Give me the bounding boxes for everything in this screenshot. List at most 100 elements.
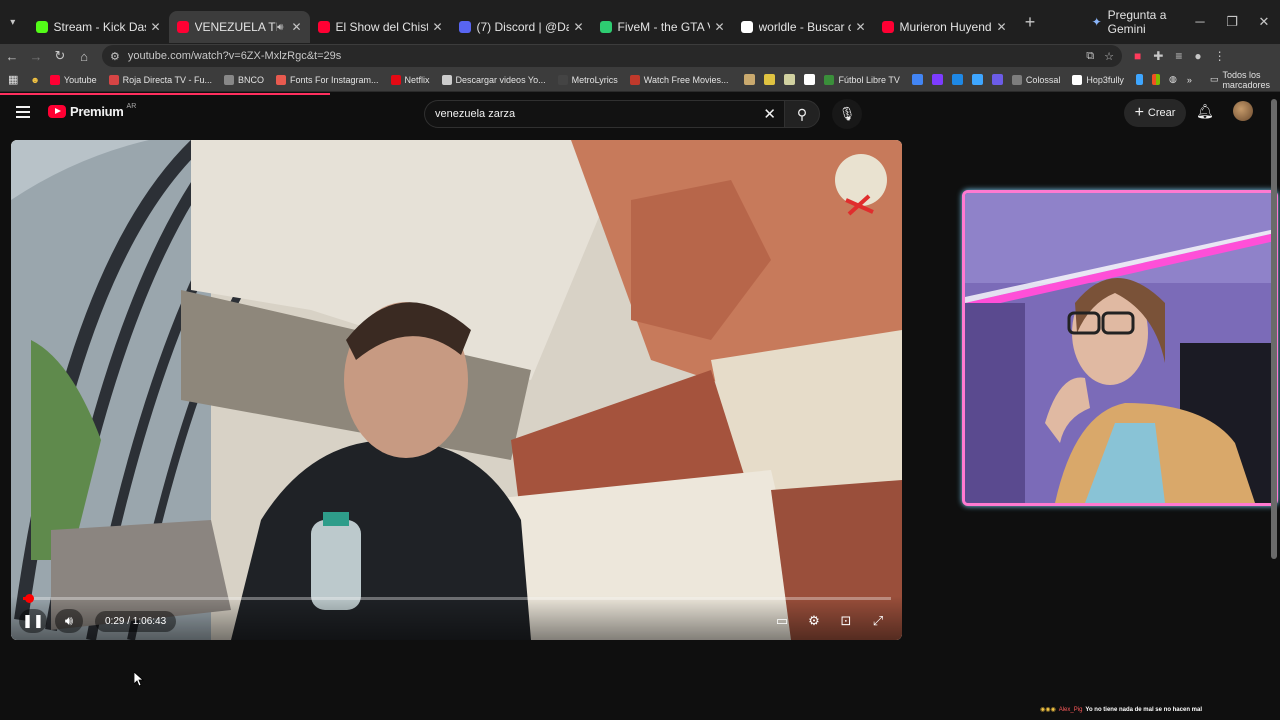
bookmark-item[interactable]: Roja Directa TV - Fu... <box>108 74 212 85</box>
bookmark-hop[interactable]: Hop3fully <box>1072 74 1124 85</box>
video-player[interactable]: ❚❚ 🔊︎ 0:29 / 1:06:43 ▭ ⚙ ⊡ ⤢ <box>11 140 902 640</box>
microphone-icon: 🎙︎ <box>838 106 856 121</box>
tab-close-icon[interactable]: ✕ <box>714 20 724 34</box>
bookmark-favicon-icon <box>441 74 452 85</box>
bookmark-label: BNCO <box>237 74 264 85</box>
browser-tab[interactable]: worldle - Buscar con Goog✕ <box>733 11 874 43</box>
profile-icon[interactable]: ● <box>1194 49 1201 63</box>
bookmark-shortcut-icon[interactable] <box>931 74 943 85</box>
bookmark-star-icon[interactable]: ☆ <box>1104 50 1114 63</box>
scrollbar-thumb[interactable] <box>1271 99 1277 559</box>
browser-tab[interactable]: FiveM - the GTA V multipl✕ <box>592 11 733 43</box>
browser-menu-icon[interactable]: ⋮ <box>1214 49 1226 63</box>
bookmark-shortcut-icon[interactable] <box>911 74 923 85</box>
browser-tab[interactable]: Murieron Huyendo de Alg✕ <box>874 11 1015 43</box>
bookmark-item[interactable]: Youtube <box>49 74 97 85</box>
subtitles-button[interactable]: ▭ <box>768 609 796 633</box>
tab-close-icon[interactable]: ✕ <box>150 20 160 34</box>
bookmark-shortcut-icon[interactable] <box>784 74 796 85</box>
bookmark-futbol[interactable]: Fútbol Libre TV <box>824 74 900 85</box>
tab-title: worldle - Buscar con Goog <box>758 20 852 34</box>
tab-close-icon[interactable]: ✕ <box>855 20 865 34</box>
browser-tab[interactable]: Stream - Kick Dashboard✕ <box>28 11 169 43</box>
gear-icon: ⚙ <box>808 613 820 628</box>
mouse-cursor-icon <box>134 672 144 686</box>
more-bookmarks-icon[interactable]: » <box>1187 75 1192 85</box>
omnibox[interactable]: ⚙ youtube.com/watch?v=6ZX-MxlzRgc&t=29s … <box>102 45 1122 67</box>
tab-close-icon[interactable]: ✕ <box>996 20 1006 34</box>
player-right-controls: ▭ ⚙ ⊡ ⤢ <box>768 609 892 633</box>
theater-mode-button[interactable]: ⊡ <box>832 609 860 633</box>
search-button[interactable]: ⚲ <box>784 100 820 128</box>
youtube-logo[interactable]: Premium AR <box>48 103 136 119</box>
player-control-row: ❚❚ 🔊︎ 0:29 / 1:06:43 ▭ ⚙ ⊡ ⤢ <box>11 608 902 634</box>
restore-icon[interactable]: ❐ <box>1216 14 1248 30</box>
bookmark-item[interactable]: Fonts For Instagram... <box>275 74 379 85</box>
bookmark-blue-icon[interactable] <box>1135 74 1144 85</box>
new-tab-button[interactable]: + <box>1021 10 1040 34</box>
close-window-icon[interactable]: ✕ <box>1248 14 1280 30</box>
progress-bar[interactable] <box>23 594 891 603</box>
subtitles-icon: ▭ <box>775 613 789 628</box>
tab-close-icon[interactable]: ✕ <box>291 20 301 34</box>
browser-tab[interactable]: (7) Discord | @Daiii✕ <box>451 11 592 43</box>
menu-icon[interactable] <box>16 106 30 118</box>
reload-icon[interactable]: ↻ <box>48 48 72 64</box>
voice-search-button[interactable]: 🎙︎ <box>832 99 862 129</box>
tab-close-icon[interactable]: ✕ <box>432 20 442 34</box>
tab-title: VENEZUELA TIEMBLA <box>194 20 278 34</box>
bookmark-item[interactable]: MetroLyrics <box>557 74 618 85</box>
bookmark-shortcut-icon[interactable] <box>991 74 1003 85</box>
bookmark-item[interactable]: Netflix <box>390 74 430 85</box>
bookmark-shortcut-icon[interactable] <box>971 74 983 85</box>
gemini-button[interactable]: ✦ Pregunta a Gemini <box>1092 8 1184 36</box>
bookmark-futbol-label: Fútbol Libre TV <box>838 74 900 85</box>
bookmark-label: Youtube <box>63 74 97 85</box>
browser-tab[interactable]: VENEZUELA TIEMBLA🔊︎ ✕ <box>168 11 310 43</box>
extensions-puzzle-icon[interactable]: ✚ <box>1153 49 1163 63</box>
bookmark-label: MetroLyrics <box>571 74 618 85</box>
microsoft-icon[interactable] <box>1152 74 1161 85</box>
forward-icon[interactable]: → <box>24 49 48 64</box>
bookmark-shortcut-icon[interactable] <box>764 74 776 85</box>
globe-icon[interactable]: ◍ <box>1169 74 1177 85</box>
bookmark-item[interactable]: BNCO <box>223 74 264 85</box>
fullscreen-button[interactable]: ⤢ <box>864 609 892 633</box>
extension-red-icon[interactable]: ■ <box>1134 49 1141 63</box>
pause-button[interactable]: ❚❚ <box>19 609 47 633</box>
bookmark-colossal-label: Colossal <box>1025 74 1061 85</box>
clear-search-icon[interactable]: ✕ <box>763 105 776 123</box>
bookmark-favicon-icon <box>557 74 568 85</box>
mute-button[interactable]: 🔊︎ <box>55 609 83 633</box>
avatar[interactable] <box>1233 101 1253 121</box>
tab-search-icon[interactable]: ▾ <box>4 11 22 33</box>
site-info-icon[interactable]: ⚙ <box>110 50 120 63</box>
notifications-bell-icon[interactable]: 🔔︎ <box>1196 103 1214 120</box>
create-button[interactable]: + Crear <box>1124 99 1186 127</box>
browser-tab[interactable]: El Show del Chiste - VIDEO✕ <box>310 11 451 43</box>
tab-favicon-icon <box>458 21 471 33</box>
bookmark-shortcut-icon[interactable] <box>951 74 963 85</box>
bookmark-label: Roja Directa TV - Fu... <box>122 74 212 85</box>
bookmark-item[interactable]: Descargar videos Yo... <box>441 74 546 85</box>
bookmark-colossal[interactable]: Colossal <box>1011 74 1061 85</box>
tab-favicon-icon <box>35 21 48 33</box>
page-scrollbar[interactable] <box>1270 95 1278 707</box>
tab-audio-icon[interactable]: 🔊︎ <box>277 22 283 33</box>
back-icon[interactable]: ← <box>0 49 24 64</box>
home-icon[interactable]: ⌂ <box>72 49 96 64</box>
minimize-icon[interactable]: ─ <box>1184 14 1216 30</box>
emoji-bookmark-icon[interactable]: ☻ <box>30 75 39 85</box>
settings-button[interactable]: ⚙ <box>800 609 828 633</box>
install-app-icon[interactable]: ⧉ <box>1086 50 1094 63</box>
reading-list-icon[interactable]: ≡ <box>1175 49 1182 63</box>
bookmark-item[interactable]: Watch Free Movies... <box>629 74 728 85</box>
apps-grid-icon[interactable]: ▦ <box>8 73 18 86</box>
bookmark-shortcut-icon[interactable] <box>804 74 816 85</box>
bookmark-shortcut-icon[interactable] <box>744 74 756 85</box>
tab-title: Murieron Huyendo de Alg <box>899 20 993 34</box>
tab-close-icon[interactable]: ✕ <box>573 20 583 34</box>
all-bookmarks-label[interactable]: Todos los marcadores <box>1222 70 1272 90</box>
search-input[interactable]: venezuela zarza ✕ <box>424 100 784 128</box>
chat-text: Yo no tiene nada de mal se no hacen mal <box>1085 706 1202 713</box>
